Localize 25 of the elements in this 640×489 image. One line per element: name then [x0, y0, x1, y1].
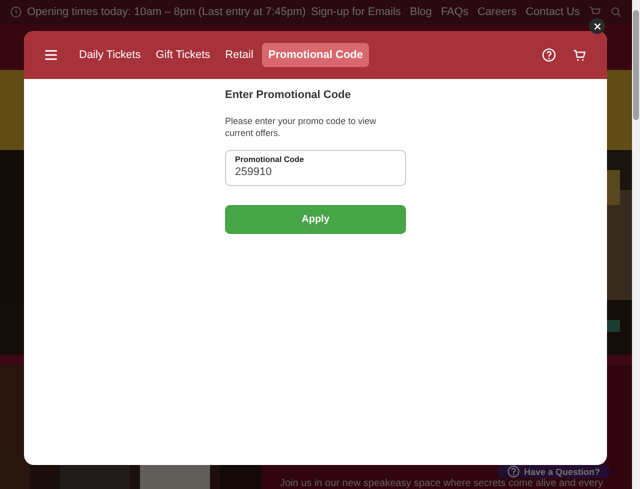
scroll-thumb[interactable] — [633, 10, 639, 120]
nav-tab[interactable]: Gift Tickets — [150, 43, 216, 67]
top-link[interactable]: Careers — [477, 6, 517, 18]
nav-tab[interactable]: Retail — [219, 43, 260, 67]
intro-text: Join us in our new speakeasy space where secrets come alive and every — [280, 478, 603, 489]
search-icon[interactable] — [610, 6, 622, 18]
field-label: Promotional Code — [235, 155, 305, 164]
help-button[interactable]: Have a Question? — [497, 465, 610, 478]
opening-times: Opening times today: 10am – 8pm (Last entry at 7:45pm) — [27, 6, 306, 18]
form-description: Please enter your promo code to view current offers. — [225, 115, 378, 139]
top-link[interactable]: Blog — [410, 6, 432, 18]
top-link[interactable]: Contact Us — [526, 6, 580, 18]
form-heading: Enter Promotional Code — [225, 89, 352, 101]
top-link[interactable]: FAQs — [440, 6, 468, 18]
nav-tab[interactable]: Promotional Code — [262, 43, 370, 67]
help-icon[interactable] — [542, 48, 556, 62]
promo-code-field[interactable]: Promotional Code 259910 — [225, 150, 406, 186]
apply-button[interactable]: Apply — [225, 205, 406, 234]
top-link[interactable]: Sign-up for Emails — [311, 6, 401, 18]
clock-icon — [10, 6, 22, 18]
menu-icon[interactable] — [45, 50, 57, 60]
nav-tab[interactable]: Daily Tickets — [73, 43, 147, 67]
scrollbar[interactable] — [632, 0, 640, 489]
close-icon — [594, 22, 600, 30]
cart-icon[interactable] — [573, 48, 586, 62]
